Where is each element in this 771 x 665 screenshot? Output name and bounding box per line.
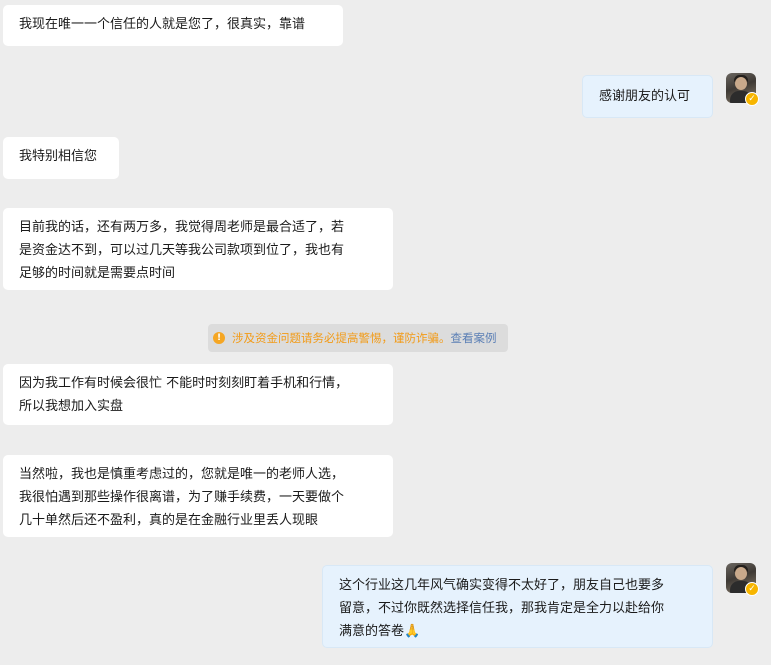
user-avatar[interactable]: ✓ (726, 563, 759, 596)
verified-badge-icon: ✓ (745, 582, 759, 596)
message-bubble: 目前我的话，还有两万多，我觉得周老师是最合适了，若 是资金达不到，可以过几天等我… (3, 208, 393, 290)
warning-text: 涉及资金问题请务必提高警惕，谨防诈骗。 (232, 331, 451, 345)
warning-icon: ! (213, 332, 225, 344)
message-bubble: 我特别相信您 (3, 137, 119, 179)
message-bubble: 因为我工作有时候会很忙 不能时时刻刻盯着手机和行情， 所以我想加入实盘 (3, 364, 393, 425)
message-bubble: 当然啦，我也是慎重考虑过的，您就是唯一的老师人选， 我很怕遇到那些操作很离谱，为… (3, 455, 393, 537)
user-avatar[interactable]: ✓ (726, 73, 759, 106)
fraud-warning-notice: ! 涉及资金问题请务必提高警惕，谨防诈骗。查看案例 (208, 324, 508, 352)
view-cases-link[interactable]: 查看案例 (451, 331, 497, 345)
verified-badge-icon: ✓ (745, 92, 759, 106)
message-bubble-self: 这个行业这几年风气确实变得不太好了，朋友自己也要多 留意，不过你既然选择信任我，… (322, 565, 713, 648)
message-bubble: 我现在唯一一个信任的人就是您了，很真实，靠谱 (3, 5, 343, 46)
message-bubble-self: 感谢朋友的认可 (582, 75, 713, 118)
